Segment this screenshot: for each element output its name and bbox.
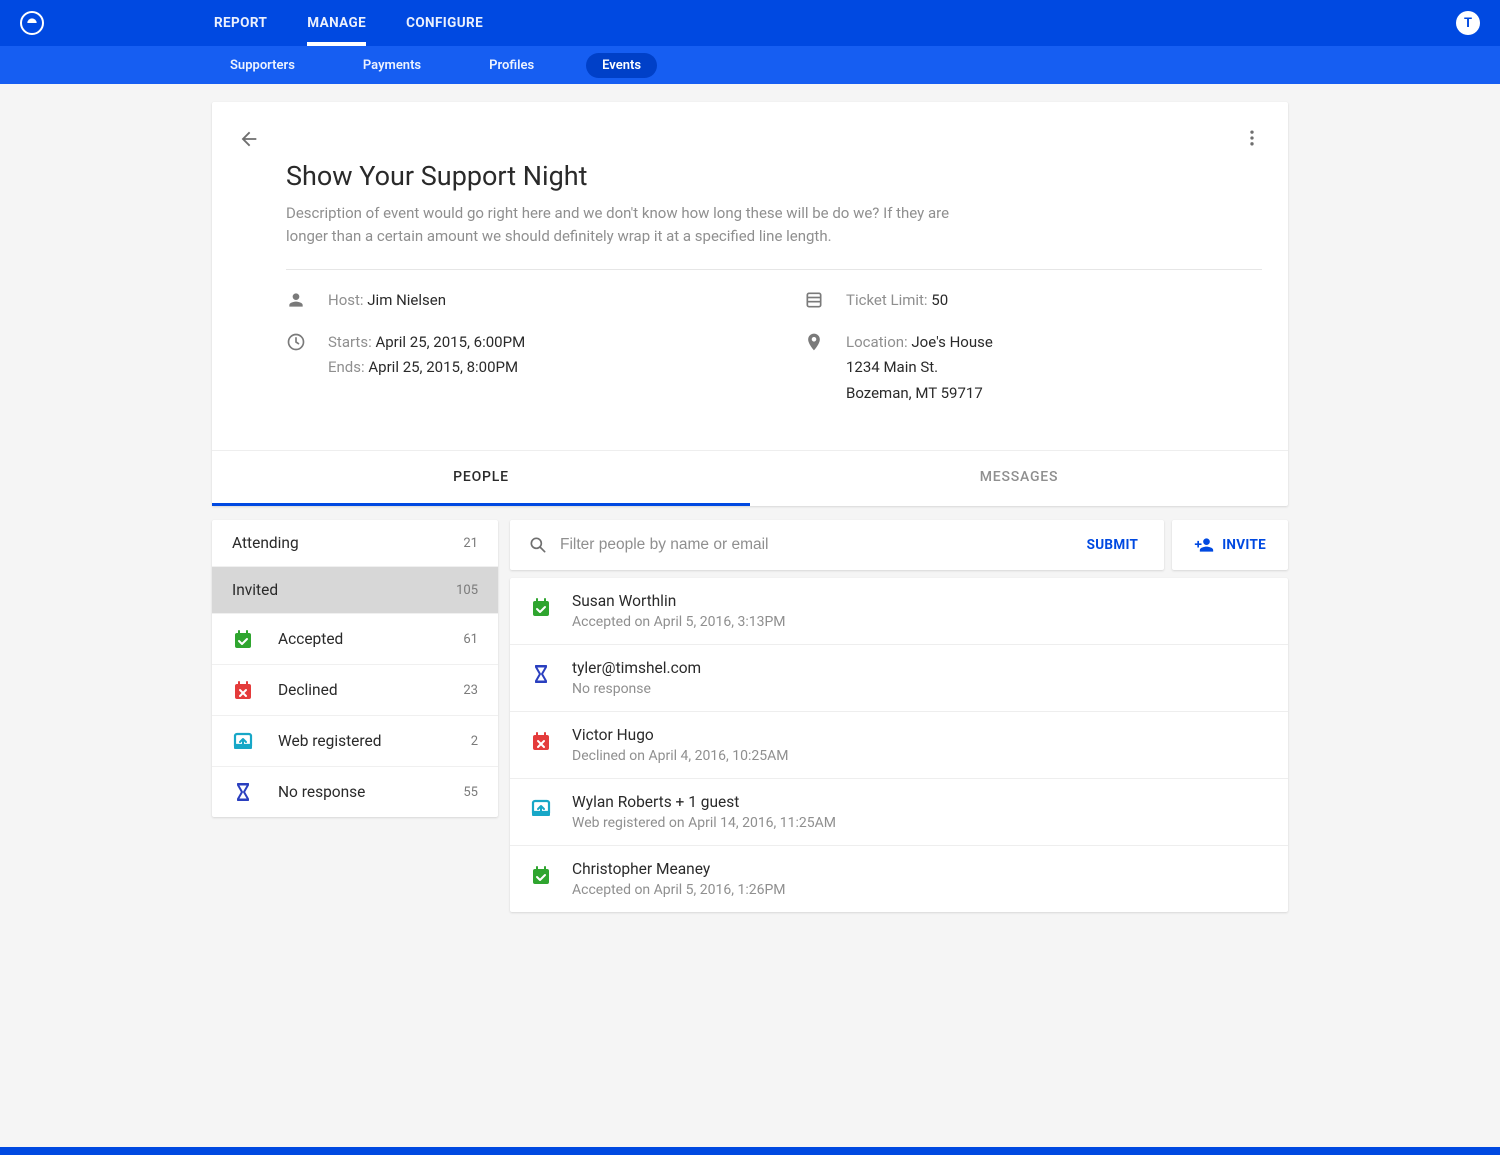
accepted-icon <box>530 860 552 886</box>
subnav-item-profiles[interactable]: Profiles <box>473 53 550 78</box>
filter-search-box: SUBMIT <box>510 520 1164 570</box>
web-icon <box>530 793 552 819</box>
divider <box>286 269 1262 270</box>
person-row[interactable]: Susan Worthlin Accepted on April 5, 2016… <box>510 578 1288 645</box>
declined-icon <box>232 679 254 701</box>
subnav-item-payments[interactable]: Payments <box>347 53 437 78</box>
person-name: tyler@timshel.com <box>572 659 701 677</box>
person-row[interactable]: Christopher Meaney Accepted on April 5, … <box>510 846 1288 912</box>
person-status: Accepted on April 5, 2016, 1:26PM <box>572 882 786 898</box>
person-name: Victor Hugo <box>572 726 789 744</box>
logo-icon[interactable] <box>20 11 44 35</box>
sub-nav: Supporters Payments Profiles Events <box>0 46 1500 84</box>
top-nav: REPORT MANAGE CONFIGURE <box>214 0 483 46</box>
bottom-bar <box>0 1147 1500 1155</box>
declined-icon <box>530 726 552 752</box>
invite-icon <box>1194 535 1214 555</box>
person-status: Web registered on April 14, 2016, 11:25A… <box>572 815 836 831</box>
search-icon <box>528 535 548 555</box>
subnav-item-events[interactable]: Events <box>586 53 657 78</box>
user-avatar[interactable]: T <box>1456 11 1480 35</box>
tab-people[interactable]: PEOPLE <box>212 451 750 506</box>
topnav-item-configure[interactable]: CONFIGURE <box>406 0 483 46</box>
sidebar-item-accepted[interactable]: Accepted61 <box>212 614 498 665</box>
sidebar-item-declined[interactable]: Declined23 <box>212 665 498 716</box>
more-menu-button[interactable] <box>1242 124 1262 148</box>
event-card: Show Your Support Night Description of e… <box>212 102 1288 506</box>
submit-button[interactable]: SUBMIT <box>1071 537 1147 553</box>
person-name: Susan Worthlin <box>572 592 786 610</box>
sidebar-item-no-response[interactable]: No response55 <box>212 767 498 817</box>
ticket-icon <box>804 288 824 310</box>
invite-button[interactable]: INVITE <box>1172 520 1288 570</box>
person-icon <box>286 288 306 310</box>
person-row[interactable]: Victor Hugo Declined on April 4, 2016, 1… <box>510 712 1288 779</box>
filter-input[interactable] <box>548 536 1071 554</box>
noresponse-icon <box>232 781 254 803</box>
clock-icon <box>286 330 306 352</box>
accepted-icon <box>232 628 254 650</box>
people-list: Susan Worthlin Accepted on April 5, 2016… <box>510 578 1288 912</box>
web-icon <box>232 730 254 752</box>
location-detail: Location: Joe's House 1234 Main St. Boze… <box>804 330 1262 407</box>
person-status: No response <box>572 681 701 697</box>
topnav-item-report[interactable]: REPORT <box>214 0 267 46</box>
event-tabs: PEOPLEMESSAGES <box>212 450 1288 506</box>
accepted-icon <box>530 592 552 618</box>
person-status: Accepted on April 5, 2016, 3:13PM <box>572 614 786 630</box>
time-detail: Starts: April 25, 2015, 6:00PM Ends: Apr… <box>286 330 744 381</box>
sidebar-item-invited[interactable]: Invited105 <box>212 567 498 614</box>
person-row[interactable]: Wylan Roberts + 1 guest Web registered o… <box>510 779 1288 846</box>
ticket-detail: Ticket Limit: 50 <box>804 288 1262 314</box>
subnav-item-supporters[interactable]: Supporters <box>214 53 311 78</box>
person-name: Wylan Roberts + 1 guest <box>572 793 836 811</box>
tab-messages[interactable]: MESSAGES <box>750 451 1288 506</box>
person-status: Declined on April 4, 2016, 10:25AM <box>572 748 789 764</box>
topbar: REPORT MANAGE CONFIGURE T <box>0 0 1500 46</box>
location-icon <box>804 330 824 352</box>
topnav-item-manage[interactable]: MANAGE <box>307 0 366 46</box>
back-button[interactable] <box>238 124 260 150</box>
person-name: Christopher Meaney <box>572 860 786 878</box>
event-description: Description of event would go right here… <box>286 202 986 247</box>
sidebar-item-attending[interactable]: Attending21 <box>212 520 498 567</box>
sidebar-item-web-registered[interactable]: Web registered2 <box>212 716 498 767</box>
event-title: Show Your Support Night <box>286 160 1262 192</box>
person-row[interactable]: tyler@timshel.com No response <box>510 645 1288 712</box>
noresponse-icon <box>530 659 552 685</box>
status-sidebar: Attending21Invited105Accepted61Declined2… <box>212 520 498 817</box>
host-detail: Host: Jim Nielsen <box>286 288 744 314</box>
